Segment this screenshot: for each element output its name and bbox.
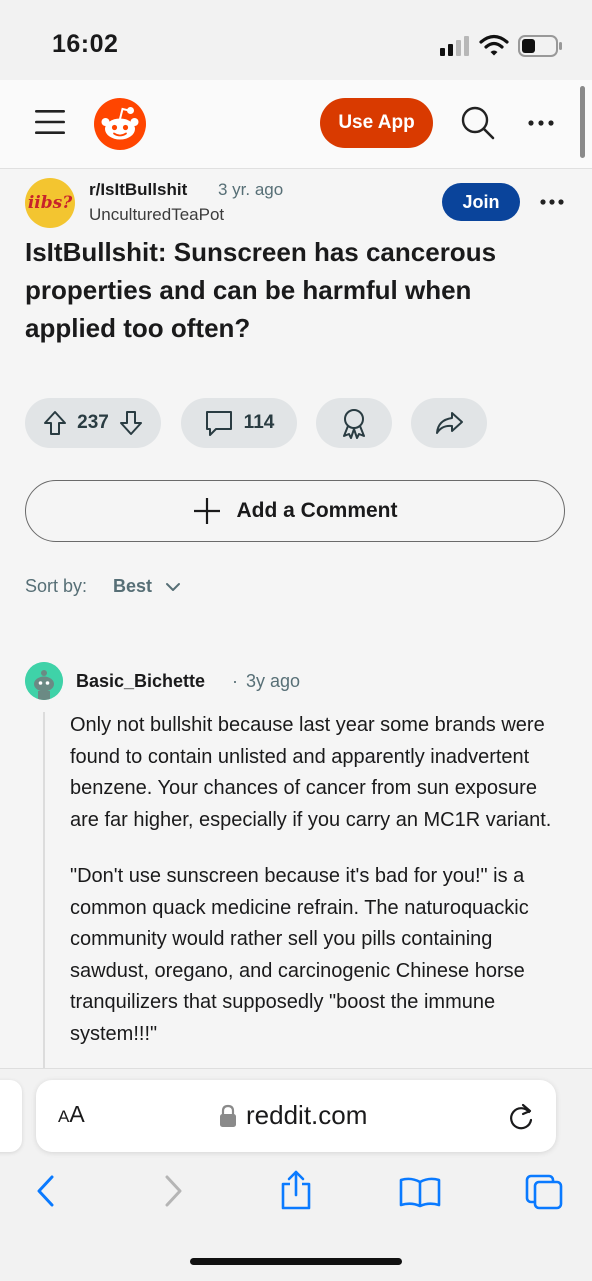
vote-count: 237 <box>77 412 109 433</box>
signal-icon <box>440 36 472 56</box>
wifi-icon <box>479 34 509 56</box>
sort-dropdown[interactable]: Best <box>113 576 181 597</box>
previous-tab-preview[interactable] <box>0 1080 22 1152</box>
home-indicator <box>190 1258 402 1265</box>
downvote-icon[interactable] <box>119 410 143 436</box>
url-domain[interactable]: reddit.com <box>246 1100 367 1131</box>
comment-paragraph: Only not bullshit because last year some… <box>70 714 552 831</box>
subreddit-icon[interactable]: iibs? <box>25 178 75 228</box>
comment-body: Only not bullshit because last year some… <box>70 710 570 1075</box>
reload-icon[interactable] <box>507 1102 535 1132</box>
subreddit-name[interactable]: r/IsItBullshit <box>89 180 187 200</box>
back-icon[interactable] <box>36 1175 56 1207</box>
chevron-down-icon <box>165 582 181 592</box>
award-button[interactable] <box>316 398 392 448</box>
search-icon[interactable] <box>461 106 495 140</box>
sort-value: Best <box>113 576 153 596</box>
comment-age: 3y ago <box>246 671 301 691</box>
aa-small: A <box>58 1107 70 1126</box>
use-app-button[interactable]: Use App <box>320 98 433 148</box>
add-comment-button[interactable]: Add a Comment <box>25 480 565 542</box>
bookmarks-icon[interactable] <box>399 1176 441 1208</box>
post-age: 3 yr. ago <box>218 180 284 199</box>
comment-count: 114 <box>243 412 275 433</box>
post-title: IsItBullshit: Sunscreen has cancerous pr… <box>25 237 497 343</box>
vote-pill: 237 <box>25 398 161 448</box>
menu-icon[interactable] <box>35 108 65 136</box>
comment-separator: · <box>232 671 238 691</box>
reddit-header <box>0 80 592 169</box>
post-more-icon[interactable] <box>540 198 564 206</box>
page-settings-button[interactable]: AA <box>58 1101 85 1128</box>
lock-icon <box>219 1104 237 1128</box>
add-comment-label: Add a Comment <box>236 499 398 522</box>
comment-paragraph: "Don't use sunscreen because it's bad fo… <box>70 865 529 1045</box>
comments-button[interactable]: 114 <box>181 398 297 448</box>
sort-label: Sort by: <box>25 576 88 596</box>
battery-icon <box>518 35 564 57</box>
comment-icon <box>204 408 234 438</box>
post-author[interactable]: UnculturedTeaPot <box>89 205 224 225</box>
upvote-icon[interactable] <box>43 410 67 436</box>
more-icon[interactable] <box>528 119 554 127</box>
scroll-indicator <box>580 86 585 158</box>
status-time: 16:02 <box>52 30 119 58</box>
forward-icon[interactable] <box>163 1175 183 1207</box>
avatar[interactable] <box>25 662 63 700</box>
comment-author[interactable]: Basic_Bichette <box>76 671 205 692</box>
reddit-logo[interactable] <box>94 98 146 150</box>
join-button[interactable]: Join <box>442 183 520 221</box>
thread-line[interactable] <box>43 712 45 1082</box>
aa-big: A <box>69 1101 85 1127</box>
award-icon <box>338 407 370 439</box>
share-icon <box>434 410 464 436</box>
share-sheet-icon[interactable] <box>280 1170 312 1210</box>
plus-icon <box>192 496 222 526</box>
share-button[interactable] <box>411 398 487 448</box>
tabs-icon[interactable] <box>525 1174 563 1210</box>
